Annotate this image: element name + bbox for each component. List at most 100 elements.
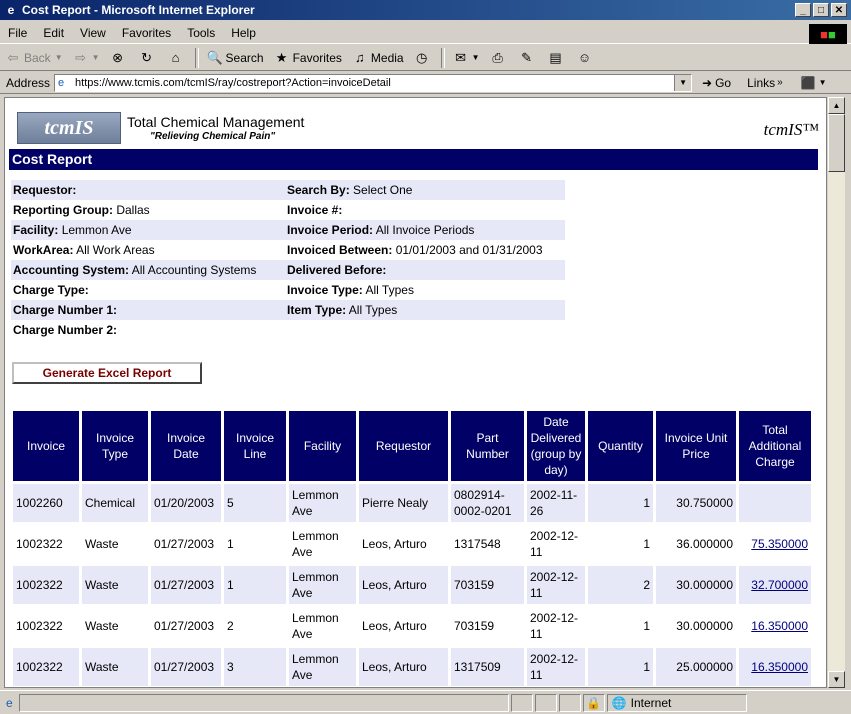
criteria-cell: Accounting System: All Accounting System…	[11, 260, 285, 280]
address-input[interactable]: e https://www.tcmis.com/tcmIS/ray/costre…	[54, 73, 693, 92]
mail-dropdown-icon[interactable]: ▼	[472, 53, 480, 62]
criteria-cell: Search By: Select One	[285, 180, 565, 200]
menu-edit[interactable]: Edit	[35, 26, 72, 40]
menu-view[interactable]: View	[72, 26, 114, 40]
print-button[interactable]: ⎙	[485, 47, 514, 69]
cell-additional-charge: 32.700000	[739, 566, 811, 604]
criteria-cell: WorkArea: All Work Areas	[11, 240, 285, 260]
scroll-up-icon[interactable]: ▲	[828, 97, 845, 114]
minimize-button[interactable]: _	[795, 3, 811, 17]
column-header-invoice-type[interactable]: Invoice Type	[82, 411, 148, 481]
page-header: tcmIS Total Chemical Management "Relievi…	[15, 112, 821, 148]
menu-favorites[interactable]: Favorites	[114, 26, 179, 40]
forward-button[interactable]: ⇨ ▼	[68, 47, 105, 69]
column-header-total-additional-charge[interactable]: Total Additional Charge	[739, 411, 811, 481]
print-icon: ⎙	[492, 49, 503, 65]
cell-invoice-line: 1	[224, 566, 286, 604]
edit-icon: ✎	[521, 49, 532, 65]
mail-button[interactable]: ✉ ▼	[448, 47, 485, 69]
additional-charge-link[interactable]: 75.350000	[751, 537, 808, 551]
criteria-cell: Delivered Before:	[285, 260, 565, 280]
links-button[interactable]: Links	[747, 76, 775, 90]
cell-invoice-type: Waste	[82, 566, 148, 604]
edit-button[interactable]: ✎	[514, 47, 543, 69]
history-icon: ◷	[415, 49, 428, 65]
globe-icon: 🌐	[611, 695, 627, 710]
scroll-down-icon[interactable]: ▼	[828, 671, 845, 688]
stop-button[interactable]: ⊗	[105, 47, 134, 69]
history-button[interactable]: ◷	[409, 47, 438, 69]
messenger-button[interactable]: ☺	[572, 47, 601, 69]
media-button[interactable]: ♫ Media	[347, 47, 409, 69]
search-button[interactable]: 🔍 Search	[202, 47, 269, 69]
maximize-button[interactable]: □	[813, 3, 829, 17]
acrobat-icon[interactable]: ⬛	[801, 76, 816, 90]
cell-invoice: 1002322	[13, 566, 79, 604]
tcmis-wordmark: tcmIS™	[763, 120, 819, 139]
criteria-value: All Types	[365, 283, 414, 297]
scrollbar-thumb[interactable]	[828, 114, 845, 172]
acrobat-dropdown-icon[interactable]: ▼	[819, 78, 827, 87]
column-header-invoice-unit-price[interactable]: Invoice Unit Price	[656, 411, 736, 481]
refresh-button[interactable]: ↻	[134, 47, 163, 69]
company-tagline: "Relieving Chemical Pain"	[150, 131, 276, 142]
home-button[interactable]: ⌂	[163, 47, 192, 69]
back-dropdown-icon[interactable]: ▼	[55, 53, 63, 62]
invoice-table: Invoice Invoice Type Invoice Date Invoic…	[10, 408, 814, 687]
table-row: 1002322 Waste 01/27/2003 1 Lemmon Ave Leos, A…	[13, 566, 811, 604]
criteria-cell: Reporting Group: Dallas	[11, 200, 285, 220]
cell-invoice-line: 3	[224, 648, 286, 686]
generate-excel-button[interactable]: Generate Excel Report	[12, 362, 202, 384]
criteria-label: Charge Number 1:	[13, 303, 118, 317]
criteria-value: 01/01/2003 and 01/31/2003	[395, 243, 543, 257]
column-header-part-number[interactable]: Part Number	[451, 411, 524, 481]
column-header-quantity[interactable]: Quantity	[588, 411, 653, 481]
menu-file[interactable]: File	[0, 26, 35, 40]
criteria-label: WorkArea:	[13, 243, 74, 257]
column-header-date-delivered[interactable]: Date Delivered (group by day)	[527, 411, 585, 481]
cell-part-number: 1317548	[451, 525, 524, 563]
close-button[interactable]: ✕	[831, 3, 847, 17]
column-header-requestor[interactable]: Requestor	[359, 411, 448, 481]
column-header-invoice[interactable]: Invoice	[13, 411, 79, 481]
messenger-icon: ☺	[577, 49, 592, 65]
additional-charge-link[interactable]: 32.700000	[751, 578, 808, 592]
criteria-cell: Facility: Lemmon Ave	[11, 220, 285, 240]
table-row: 1002322 Waste 01/27/2003 2 Lemmon Ave Leos, A…	[13, 607, 811, 645]
back-arrow-icon: ⇦	[7, 49, 19, 65]
media-label: Media	[370, 50, 404, 65]
criteria-row: WorkArea: All Work Areas Invoiced Between…	[11, 240, 565, 260]
menu-help[interactable]: Help	[223, 26, 264, 40]
favorites-button[interactable]: ★ Favorites	[269, 47, 347, 69]
links-chevron-icon[interactable]: »	[777, 77, 783, 88]
cell-invoice-date: 01/27/2003	[151, 607, 221, 645]
criteria-cell: Requestor:	[11, 180, 285, 200]
go-button[interactable]: ➜ Go	[702, 76, 731, 90]
discuss-button[interactable]: ▤	[543, 47, 572, 69]
criteria-label: Charge Number 2:	[13, 323, 118, 337]
column-header-facility[interactable]: Facility	[289, 411, 356, 481]
forward-dropdown-icon[interactable]: ▼	[92, 53, 100, 62]
favorites-icon: ★	[275, 49, 288, 65]
additional-charge-link[interactable]: 16.350000	[751, 660, 808, 674]
address-dropdown-icon[interactable]: ▼	[674, 74, 692, 91]
address-bar: Address e https://www.tcmis.com/tcmIS/ra…	[0, 72, 851, 94]
menu-tools[interactable]: Tools	[179, 26, 223, 40]
status-zone: 🌐 Internet	[606, 693, 747, 712]
back-button[interactable]: ⇦ Back ▼	[0, 47, 68, 69]
criteria-row: Accounting System: All Accounting System…	[11, 260, 565, 280]
criteria-cell: Charge Number 1:	[11, 300, 285, 320]
column-header-invoice-date[interactable]: Invoice Date	[151, 411, 221, 481]
company-title: Total Chemical Management	[127, 114, 305, 130]
column-header-invoice-line[interactable]: Invoice Line	[224, 411, 286, 481]
criteria-value: All Types	[348, 303, 398, 317]
cell-additional-charge	[739, 484, 811, 522]
criteria-row: Requestor: Search By: Select One	[11, 180, 565, 200]
criteria-label: Invoiced Between:	[287, 243, 393, 257]
cell-invoice: 1002322	[13, 607, 79, 645]
table-row: 1002322 Waste 01/27/2003 3 Lemmon Ave Leos, A…	[13, 648, 811, 686]
vertical-scrollbar[interactable]: ▲ ▼	[827, 97, 845, 688]
additional-charge-link[interactable]: 16.350000	[751, 619, 808, 633]
toolbar-separator	[440, 47, 445, 68]
window-titlebar: e Cost Report - Microsoft Internet Explo…	[0, 0, 851, 21]
